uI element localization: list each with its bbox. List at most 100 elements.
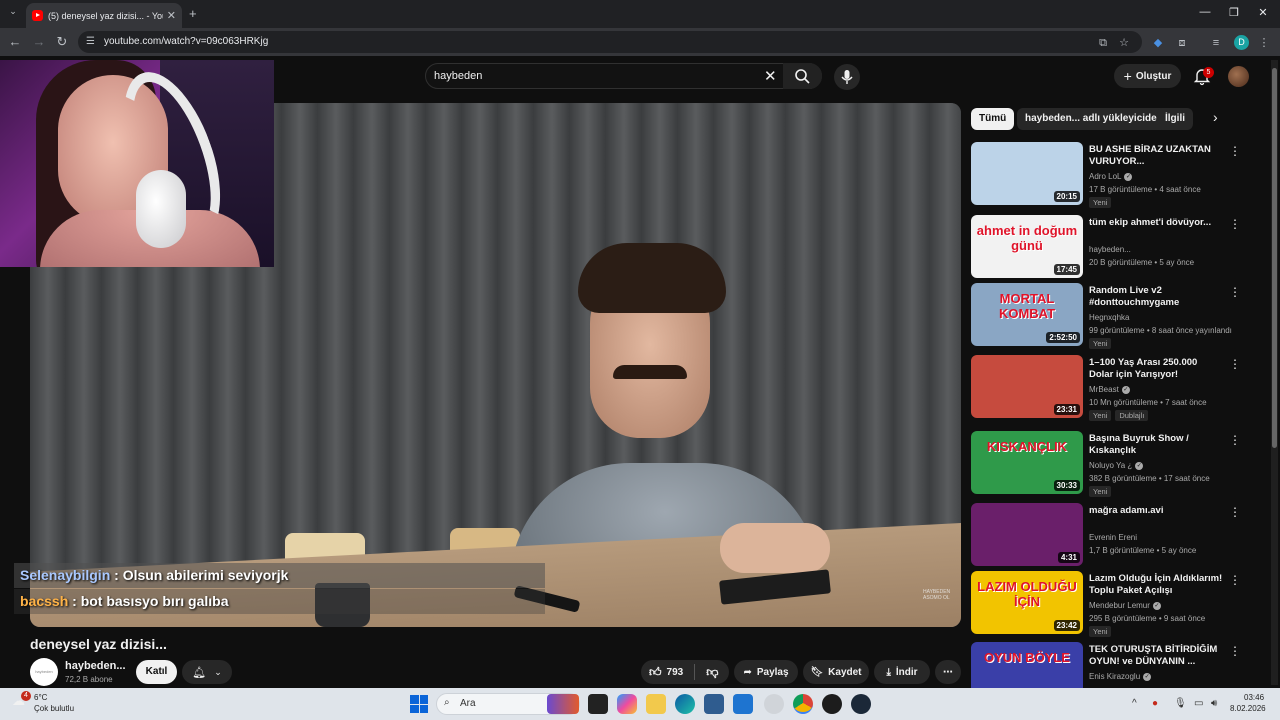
recommendation-title[interactable]: BU ASHE BİRAZ UZAKTAN VURUYOR... xyxy=(1089,144,1224,168)
chip-from-uploader[interactable]: haybeden... adlı yükleyiciden xyxy=(1017,108,1171,130)
search-highlight-icon[interactable] xyxy=(547,694,579,714)
install-app-icon[interactable]: ⧉ xyxy=(1095,35,1111,51)
maximize-icon[interactable]: ❐ xyxy=(1224,6,1244,19)
clock-time[interactable]: 03:46 xyxy=(1244,693,1264,702)
steam-icon[interactable] xyxy=(851,694,871,714)
recommendation-channel[interactable]: Mendebur Lemur ✓ xyxy=(1089,601,1161,610)
more-vertical-icon[interactable]: ⋮ xyxy=(1229,144,1241,158)
more-actions-button[interactable]: ⋯ xyxy=(935,660,961,684)
forward-icon[interactable]: → xyxy=(30,33,48,51)
recommendation-thumbnail[interactable]: MORTAL KOMBAT 2:52:50 xyxy=(971,283,1083,346)
tray-app-icon[interactable]: ● xyxy=(1152,698,1158,709)
account-avatar[interactable] xyxy=(1228,66,1249,87)
more-vertical-icon[interactable]: ⋮ xyxy=(1229,357,1241,371)
recommendation-channel[interactable]: Evrenin Ereni xyxy=(1089,533,1137,542)
recommendation-channel[interactable]: Adro LoL ✓ xyxy=(1089,172,1133,181)
channel-name[interactable]: MrBeast xyxy=(1089,385,1119,394)
scrollbar-thumb[interactable] xyxy=(1272,68,1277,448)
more-vertical-icon[interactable]: ⋮ xyxy=(1229,217,1241,231)
chip-all[interactable]: Tümü xyxy=(971,108,1015,130)
channel-name[interactable]: Hegnxqhka xyxy=(1089,313,1129,322)
channel-avatar[interactable]: haybeden xyxy=(30,658,58,686)
search-input-value[interactable]: haybeden xyxy=(434,70,482,82)
recommendation-title[interactable]: 1–100 Yaş Arası 250.000 Dolar için Yarış… xyxy=(1089,357,1224,381)
recommendation-channel[interactable]: Noluyo Ya ¿ ✓ xyxy=(1089,461,1144,470)
outlook-icon[interactable] xyxy=(733,694,753,714)
download-button[interactable]: ⤓ İndir xyxy=(874,660,930,684)
profile-avatar[interactable]: D xyxy=(1234,35,1249,50)
more-vertical-icon[interactable]: ⋮ xyxy=(1229,433,1241,447)
more-vertical-icon[interactable]: ⋮ xyxy=(1229,644,1241,658)
recommendation-thumbnail[interactable]: 20:15 xyxy=(971,142,1083,205)
extensions-puzzle-icon[interactable]: ⧈ xyxy=(1174,35,1190,51)
join-button[interactable]: Katıl xyxy=(136,660,177,684)
more-vertical-icon[interactable]: ⋮ xyxy=(1229,573,1241,587)
task-view-icon[interactable] xyxy=(588,694,608,714)
tab-search-icon[interactable]: ⌄ xyxy=(6,6,20,20)
channel-name[interactable]: Enis Kirazoglu xyxy=(1089,672,1140,681)
recommendation-title[interactable]: tüm ekip ahmet'i dövüyor... xyxy=(1089,217,1224,229)
chip-related[interactable]: İlgili xyxy=(1157,108,1193,130)
tab-close-icon[interactable]: ✕ xyxy=(167,9,176,22)
store-icon[interactable] xyxy=(704,694,724,714)
search-input[interactable] xyxy=(425,63,822,89)
weather-description[interactable]: Çok bulutlu xyxy=(34,704,74,713)
obs-icon[interactable] xyxy=(822,694,842,714)
recommendation-title[interactable]: Başına Buyruk Show / Kıskançlık xyxy=(1089,433,1224,457)
more-vertical-icon[interactable]: ⋮ xyxy=(1229,505,1241,519)
clock-date[interactable]: 8.02.2026 xyxy=(1230,704,1266,713)
channel-name[interactable]: Evrenin Ereni xyxy=(1089,533,1137,542)
url-text[interactable]: youtube.com/watch?v=09c063HRKjg xyxy=(104,36,268,47)
save-button[interactable]: 🔖︎ Kaydet xyxy=(803,660,869,684)
subscription-bell-button[interactable]: 🔔︎ ⌄ xyxy=(182,660,232,684)
more-vertical-icon[interactable]: ⋮ xyxy=(1229,285,1241,299)
recommendation-thumbnail[interactable]: KISKANÇLIK 30:33 xyxy=(971,431,1083,494)
like-button[interactable]: 👍︎ 793 xyxy=(649,665,683,680)
recommendation-title[interactable]: Lazım Olduğu İçin Aldıklarım! Toplu Pake… xyxy=(1089,573,1224,597)
minimize-icon[interactable]: — xyxy=(1195,6,1215,18)
microphone-icon[interactable]: 🎙︎ xyxy=(1174,698,1187,709)
site-info-icon[interactable]: ☰ xyxy=(86,36,98,48)
reload-icon[interactable]: ↻ xyxy=(53,33,71,51)
media-control-icon[interactable]: ≡ xyxy=(1208,35,1224,51)
recommendation-title[interactable]: mağra adamı.avi xyxy=(1089,505,1224,517)
copilot-icon[interactable] xyxy=(617,694,637,714)
recommendation-channel[interactable]: haybeden... xyxy=(1089,245,1131,254)
recommendation-channel[interactable]: MrBeast ✓ xyxy=(1089,385,1130,394)
dislike-button[interactable]: 👎︎ xyxy=(706,665,718,680)
browser-tab-youtube[interactable]: (5) deneysel yaz dizisi... - YouTube ✕ xyxy=(26,3,182,28)
recommendation-thumbnail[interactable]: 23:31 xyxy=(971,355,1083,418)
menu-kebab-icon[interactable]: ⋮ xyxy=(1256,35,1272,51)
extension-icon[interactable]: ◆ xyxy=(1150,35,1166,51)
channel-name[interactable]: haybeden... xyxy=(1089,245,1131,254)
chevron-right-icon[interactable]: › xyxy=(1213,109,1218,125)
volume-icon[interactable]: 🔊︎ xyxy=(1211,698,1217,709)
windows-start-icon[interactable] xyxy=(410,695,428,713)
recommendation-channel[interactable]: Hegnxqhka xyxy=(1089,313,1129,322)
create-button[interactable]: + Oluştur xyxy=(1114,64,1181,88)
back-icon[interactable]: ← xyxy=(6,33,24,51)
channel-name[interactable]: Mendebur Lemur xyxy=(1089,601,1150,610)
share-button[interactable]: ➦ Paylaş xyxy=(734,660,798,684)
recommendation-channel[interactable]: Enis Kirazoglu ✓ xyxy=(1089,672,1152,681)
recommendation-thumbnail[interactable]: ahmet in doğum günü 17:45 xyxy=(971,215,1083,278)
channel-name[interactable]: Adro LoL xyxy=(1089,172,1121,181)
channel-name[interactable]: haybeden... xyxy=(65,660,126,672)
settings-gear-icon[interactable] xyxy=(764,694,784,714)
chevron-up-icon[interactable]: ^ xyxy=(1132,698,1137,709)
channel-name[interactable]: Noluyo Ya ¿ xyxy=(1089,461,1132,470)
close-window-icon[interactable]: ✕ xyxy=(1253,6,1273,19)
edge-icon[interactable] xyxy=(675,694,695,714)
new-tab-icon[interactable]: + xyxy=(189,6,197,21)
search-clear-icon[interactable]: ✕ xyxy=(764,67,777,85)
weather-temperature[interactable]: 6°C xyxy=(34,693,47,702)
search-button[interactable] xyxy=(783,63,822,89)
network-icon[interactable]: ▭ xyxy=(1194,698,1203,709)
recommendation-title[interactable]: TEK OTURUŞTA BİTİRDİĞİM OYUN! ve DÜNYANI… xyxy=(1089,644,1224,668)
file-explorer-icon[interactable] xyxy=(646,694,666,714)
recommendation-thumbnail[interactable]: LAZIM OLDUĞU İÇİN 23:42 xyxy=(971,571,1083,634)
recommendation-thumbnail[interactable]: 4:31 xyxy=(971,503,1083,566)
bookmark-star-icon[interactable]: ☆ xyxy=(1116,35,1132,51)
recommendation-title[interactable]: Random Live v2 #donttouchmygame xyxy=(1089,285,1224,309)
voice-search-button[interactable] xyxy=(834,64,860,90)
